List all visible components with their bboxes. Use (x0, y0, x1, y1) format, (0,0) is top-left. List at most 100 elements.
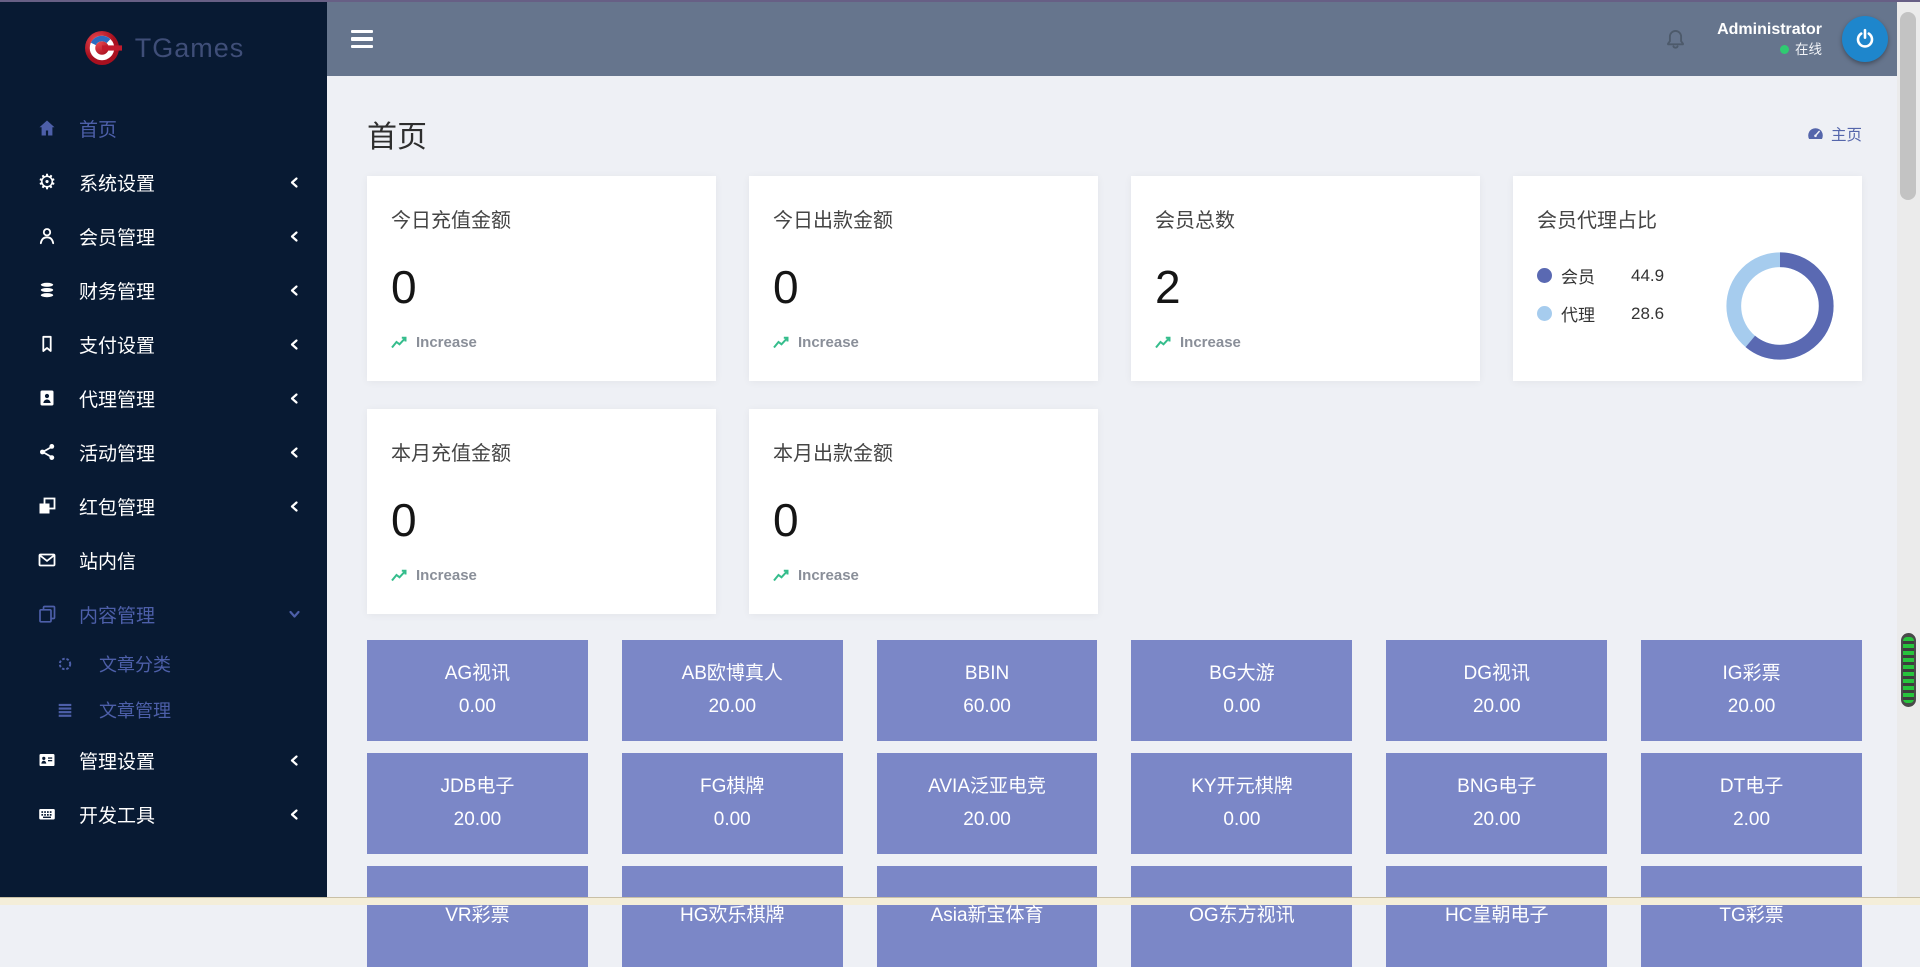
game-tile[interactable]: HG欢乐棋牌 (622, 866, 843, 967)
game-tile-name: DT电子 (1720, 771, 1783, 803)
chevron-down-icon (288, 608, 301, 621)
game-tile[interactable]: DG视讯20.00 (1386, 640, 1607, 741)
breadcrumb[interactable]: 主页 (1807, 123, 1862, 145)
stat-cards: 今日充值金额 0 Increase 今日出款金额 0 Increase 会员总数… (367, 176, 1862, 614)
sidebar-item-agent-management[interactable]: 代理管理 (0, 371, 327, 425)
card-value: 0 (391, 260, 417, 314)
chart-title: 会员代理占比 (1537, 204, 1838, 233)
sidebar-item-article-category[interactable]: 文章分类 (0, 641, 327, 687)
sidebar-item-payment-settings[interactable]: 支付设置 (0, 317, 327, 371)
game-tile[interactable]: DT电子2.00 (1641, 753, 1862, 854)
home-icon (34, 118, 60, 138)
sidebar-item-content-management[interactable]: 内容管理 (0, 587, 327, 641)
card-footer-label: Increase (798, 334, 859, 351)
game-tile[interactable]: AB欧博真人20.00 (622, 640, 843, 741)
sidebar-item-activity-management[interactable]: 活动管理 (0, 425, 327, 479)
game-tile-name: VR彩票 (445, 900, 509, 932)
game-tile-name: Asia新宝体育 (931, 900, 1044, 932)
sidebar-item-finance-management[interactable]: 财务管理 (0, 263, 327, 317)
increase-trend-icon (773, 336, 790, 349)
brand-name: TGames (135, 33, 245, 64)
game-tile-name: DG视讯 (1463, 658, 1530, 690)
chevron-left-icon (288, 446, 301, 459)
legend-label: 代理 (1561, 301, 1617, 326)
database-icon (34, 280, 60, 300)
brand-logo-icon (83, 28, 123, 68)
sidebar-item-article-management[interactable]: 文章管理 (0, 687, 327, 733)
game-tile[interactable]: OG东方视讯 (1131, 866, 1352, 967)
scroll-progress-widget[interactable] (1901, 633, 1916, 707)
legend-value: 28.6 (1631, 304, 1664, 324)
stat-card-member-total: 会员总数 2 Increase (1131, 176, 1480, 381)
sidebar-item-label: 开发工具 (79, 801, 155, 828)
game-tile-value: 20.00 (708, 691, 756, 723)
sidebar-item-dev-tools[interactable]: 开发工具 (0, 787, 327, 841)
user-block[interactable]: Administrator 在线 (1717, 19, 1822, 59)
sidebar-item-label: 支付设置 (79, 331, 155, 358)
top-accent-line (0, 0, 1920, 2)
game-tile[interactable]: FG棋牌0.00 (622, 753, 843, 854)
chevron-left-icon (288, 176, 301, 189)
sidebar-item-redpacket-management[interactable]: 红包管理 (0, 479, 327, 533)
game-tile[interactable]: AG视讯0.00 (367, 640, 588, 741)
id-card-icon (34, 750, 60, 770)
game-tile-name: BG大游 (1209, 658, 1274, 690)
increase-trend-icon (391, 569, 408, 582)
sidebar-item-site-mail[interactable]: 站内信 (0, 533, 327, 587)
game-tile[interactable]: BBIN60.00 (877, 640, 1098, 741)
game-tile[interactable]: Asia新宝体育 (877, 866, 1098, 967)
game-tile-name: AB欧博真人 (682, 658, 783, 690)
game-tile[interactable]: TG彩票 (1641, 866, 1862, 967)
notifications-bell-icon[interactable] (1662, 26, 1689, 53)
game-tile-name: BNG电子 (1457, 771, 1536, 803)
sidebar-item-label: 红包管理 (79, 493, 155, 520)
game-tile[interactable]: HC皇朝电子 (1386, 866, 1607, 967)
card-value: 0 (391, 493, 417, 547)
game-tile-name: KY开元棋牌 (1191, 771, 1292, 803)
game-tile[interactable]: VR彩票 (367, 866, 588, 967)
user-name: Administrator (1717, 19, 1822, 41)
page-header: 首页 主页 (367, 106, 1862, 162)
game-tile[interactable]: KY开元棋牌0.00 (1131, 753, 1352, 854)
card-title: 本月充值金额 (391, 437, 692, 466)
game-tile-value: 20.00 (454, 804, 502, 836)
card-title: 今日充值金额 (391, 204, 692, 233)
card-footer: Increase (1155, 334, 1241, 351)
user-icon (34, 226, 60, 246)
sidebar-item-label: 会员管理 (79, 223, 155, 250)
game-tile-name: JDB电子 (440, 771, 514, 803)
game-tile[interactable]: BNG电子20.00 (1386, 753, 1607, 854)
stat-card-today-withdraw: 今日出款金额 0 Increase (749, 176, 1098, 381)
game-tile[interactable]: BG大游0.00 (1131, 640, 1352, 741)
game-tile[interactable]: AVIA泛亚电竞20.00 (877, 753, 1098, 854)
align-justify-icon (52, 701, 78, 719)
game-tile-value: 0.00 (714, 804, 751, 836)
chevron-left-icon (288, 392, 301, 405)
vertical-scrollbar-track[interactable] (1897, 2, 1920, 905)
chevron-left-icon (288, 284, 301, 297)
brand-logo[interactable]: TGames (0, 2, 327, 86)
game-tile-value: 20.00 (963, 804, 1011, 836)
vertical-scrollbar-thumb[interactable] (1900, 12, 1916, 200)
sidebar-item-admin-settings[interactable]: 管理设置 (0, 733, 327, 787)
chevron-left-icon (288, 230, 301, 243)
sidebar-item-label: 系统设置 (79, 169, 155, 196)
game-tile-name: AVIA泛亚电竞 (928, 771, 1046, 803)
game-tile-name: HC皇朝电子 (1445, 900, 1548, 932)
increase-trend-icon (1155, 336, 1172, 349)
chevron-left-icon (288, 754, 301, 767)
sidebar-item-home[interactable]: 首页 (0, 101, 327, 155)
game-tile-name: FG棋牌 (700, 771, 764, 803)
game-tile[interactable]: IG彩票20.00 (1641, 640, 1862, 741)
card-value: 0 (773, 260, 799, 314)
gears-icon: ⚙ (34, 172, 60, 193)
card-footer-label: Increase (416, 567, 477, 584)
hamburger-menu-button[interactable] (351, 30, 375, 48)
sidebar-item-system-settings[interactable]: ⚙ 系统设置 (0, 155, 327, 209)
sidebar-item-label: 财务管理 (79, 277, 155, 304)
sidebar-item-member-management[interactable]: 会员管理 (0, 209, 327, 263)
breadcrumb-label: 主页 (1831, 123, 1862, 145)
id-badge-icon (34, 388, 60, 408)
avatar[interactable] (1842, 16, 1888, 62)
game-tile[interactable]: JDB电子20.00 (367, 753, 588, 854)
